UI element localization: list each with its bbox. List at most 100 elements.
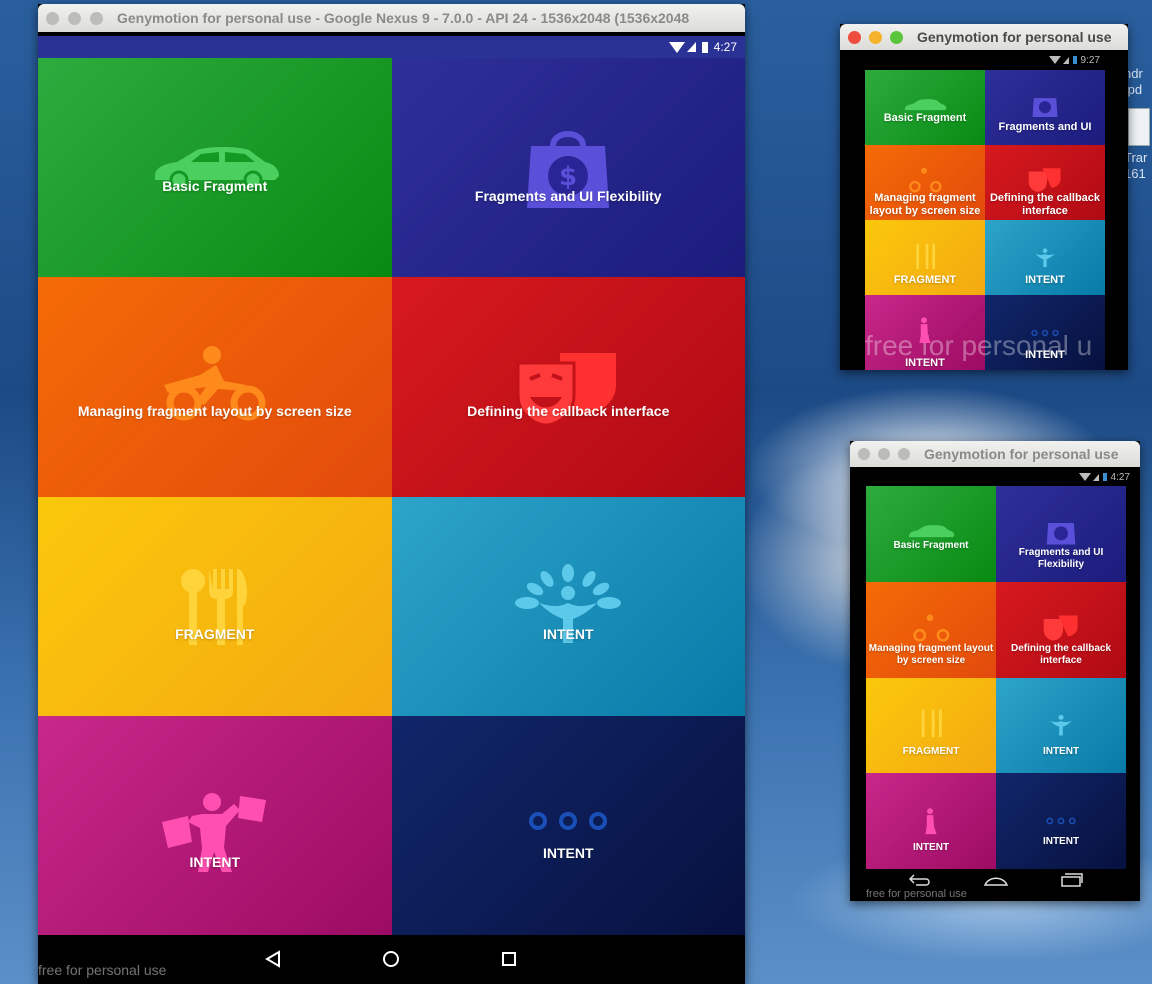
minimize-button[interactable] [68,11,81,25]
tile-label: INTENT [905,356,945,369]
window-title: Genymotion for personal use [924,446,1119,462]
maximize-button[interactable] [890,30,903,44]
window-titlebar[interactable]: Genymotion for personal use [850,441,1140,467]
shopping-bag-dollar-icon [1032,98,1058,117]
minimize-button[interactable] [878,448,890,460]
three-dots-icon [1046,817,1076,825]
tile-label: FRAGMENT [893,273,957,286]
window-title: Genymotion for personal use - Google Nex… [117,10,690,26]
tile-fragments-ui-flexibility[interactable]: $ Fragments and UI Flexibility [391,58,745,278]
status-bar: 4:27 [850,469,1140,485]
tile-label: INTENT [912,841,950,853]
three-dots-icon [529,811,608,830]
tile-label: Fragments and UI Flexibility [474,187,662,204]
navigation-bar: free for personal use [38,935,745,984]
tile-label: INTENT [1042,835,1080,847]
cyclist-icon [909,167,942,193]
cutlery-icon [916,243,935,269]
clock: 9:27 [1080,54,1100,66]
three-dots-icon [1031,329,1059,337]
small-emulator-window-1[interactable]: Genymotion for personal use 9:27 Basic F… [840,24,1128,370]
tile-basic-fragment[interactable]: Basic Fragment [865,70,985,145]
signal-icon [1062,56,1069,64]
tile-basic-fragment[interactable]: Basic Fragment [866,486,996,582]
shopper-icon [925,808,937,835]
main-emulator-window[interactable]: Genymotion for personal use - Google Nex… [38,4,745,984]
navigation-bar: free for personal use [850,869,1140,901]
cutlery-icon [921,709,942,737]
wifi-icon [668,41,685,53]
tile-label: Defining the callback interface [1010,642,1112,666]
back-icon[interactable] [908,873,932,887]
close-button[interactable] [848,30,861,44]
maximize-button[interactable] [898,448,910,460]
clock: 4:27 [1110,471,1130,483]
signal-icon [1092,473,1099,481]
theater-masks-icon [1043,615,1078,641]
recents-icon[interactable] [501,951,517,967]
window-titlebar[interactable]: Genymotion for personal use - Google Nex… [38,4,745,32]
tile-fragment[interactable]: FRAGMENT [38,496,392,716]
clock: 4:27 [713,40,737,54]
tile-label: INTENT [1042,745,1080,757]
tile-callback-interface[interactable]: Defining the callback interface [996,581,1126,678]
window-titlebar[interactable]: Genymotion for personal use [840,24,1128,50]
tile-grid: Basic Fragment Fragments and UI Managing… [865,70,1105,370]
tile-label: INTENT [542,626,594,643]
tile-fragments-ui-flexibility[interactable]: Fragments and UI Flexibility [996,486,1126,582]
tile-intent-1[interactable]: INTENT [996,677,1126,774]
tile-label: Basic Fragment [162,177,268,194]
battery-icon [1102,473,1107,481]
tile-intent-2[interactable]: INTENT [866,773,996,869]
close-button[interactable] [858,448,870,460]
tile-managing-fragment-layout[interactable]: Managing fragment layout by screen size [866,581,996,678]
tile-intent-1[interactable]: INTENT [391,496,745,716]
shopping-bag-dollar-icon: $ [527,131,610,208]
tile-label: Managing fragment layout by screen size [868,642,994,666]
battery-icon [1072,56,1077,64]
tile-label: Managing fragment layout by screen size [869,191,981,217]
home-icon[interactable] [983,874,1009,886]
tile-label: INTENT [1025,348,1065,361]
desktop-file-icon[interactable] [1128,108,1150,146]
tile-managing-fragment-layout[interactable]: Managing fragment layout by screen size [38,277,392,497]
tree-person-icon [1035,248,1055,268]
minimize-button[interactable] [869,30,882,44]
tile-fragments-ui[interactable]: Fragments and UI [985,70,1105,145]
theater-masks-icon [1028,168,1061,192]
window-title: Genymotion for personal use [917,29,1112,45]
status-bar: 4:27 [38,36,745,58]
tile-grid: Basic Fragment $ Fragments and UI Flexib… [38,58,745,935]
wifi-icon [1048,56,1061,64]
signal-icon [686,42,696,52]
tile-intent-3[interactable]: INTENT [391,715,745,935]
tile-label: FRAGMENT [175,626,255,643]
tile-label: INTENT [542,845,594,862]
recents-icon[interactable] [1060,873,1084,887]
tile-callback-interface[interactable]: Defining the callback interface [391,277,745,497]
tile-managing-fragment-layout[interactable]: Managing fragment layout by screen size [865,145,985,220]
home-icon[interactable] [382,950,400,968]
tile-label: Managing fragment layout by screen size [77,402,352,419]
status-bar: 9:27 [840,52,1128,68]
shopper-icon [919,317,931,343]
maximize-button[interactable] [90,11,103,25]
tile-intent-3[interactable]: INTENT [996,773,1126,869]
tile-fragment[interactable]: FRAGMENT [866,677,996,774]
small-emulator-window-2[interactable]: Genymotion for personal use 4:27 Basic F… [850,441,1140,901]
tile-fragment[interactable]: FRAGMENT [865,220,985,295]
tile-label: INTENT [1025,273,1065,286]
tree-person-icon [1050,714,1072,736]
tile-callback-interface[interactable]: Defining the callback interface [985,145,1105,220]
back-icon[interactable] [265,950,281,968]
tile-basic-fragment[interactable]: Basic Fragment [38,58,392,278]
tile-label: Defining the callback interface [467,402,670,419]
tile-label: Basic Fragment [893,540,969,552]
tile-intent-1[interactable]: INTENT [985,220,1105,295]
cyclist-icon [913,614,950,642]
watermark: free for personal use [866,888,967,900]
tile-label: Basic Fragment [883,111,967,124]
car-icon [909,525,955,538]
close-button[interactable] [46,11,59,25]
tile-intent-2[interactable]: INTENT [38,715,392,935]
